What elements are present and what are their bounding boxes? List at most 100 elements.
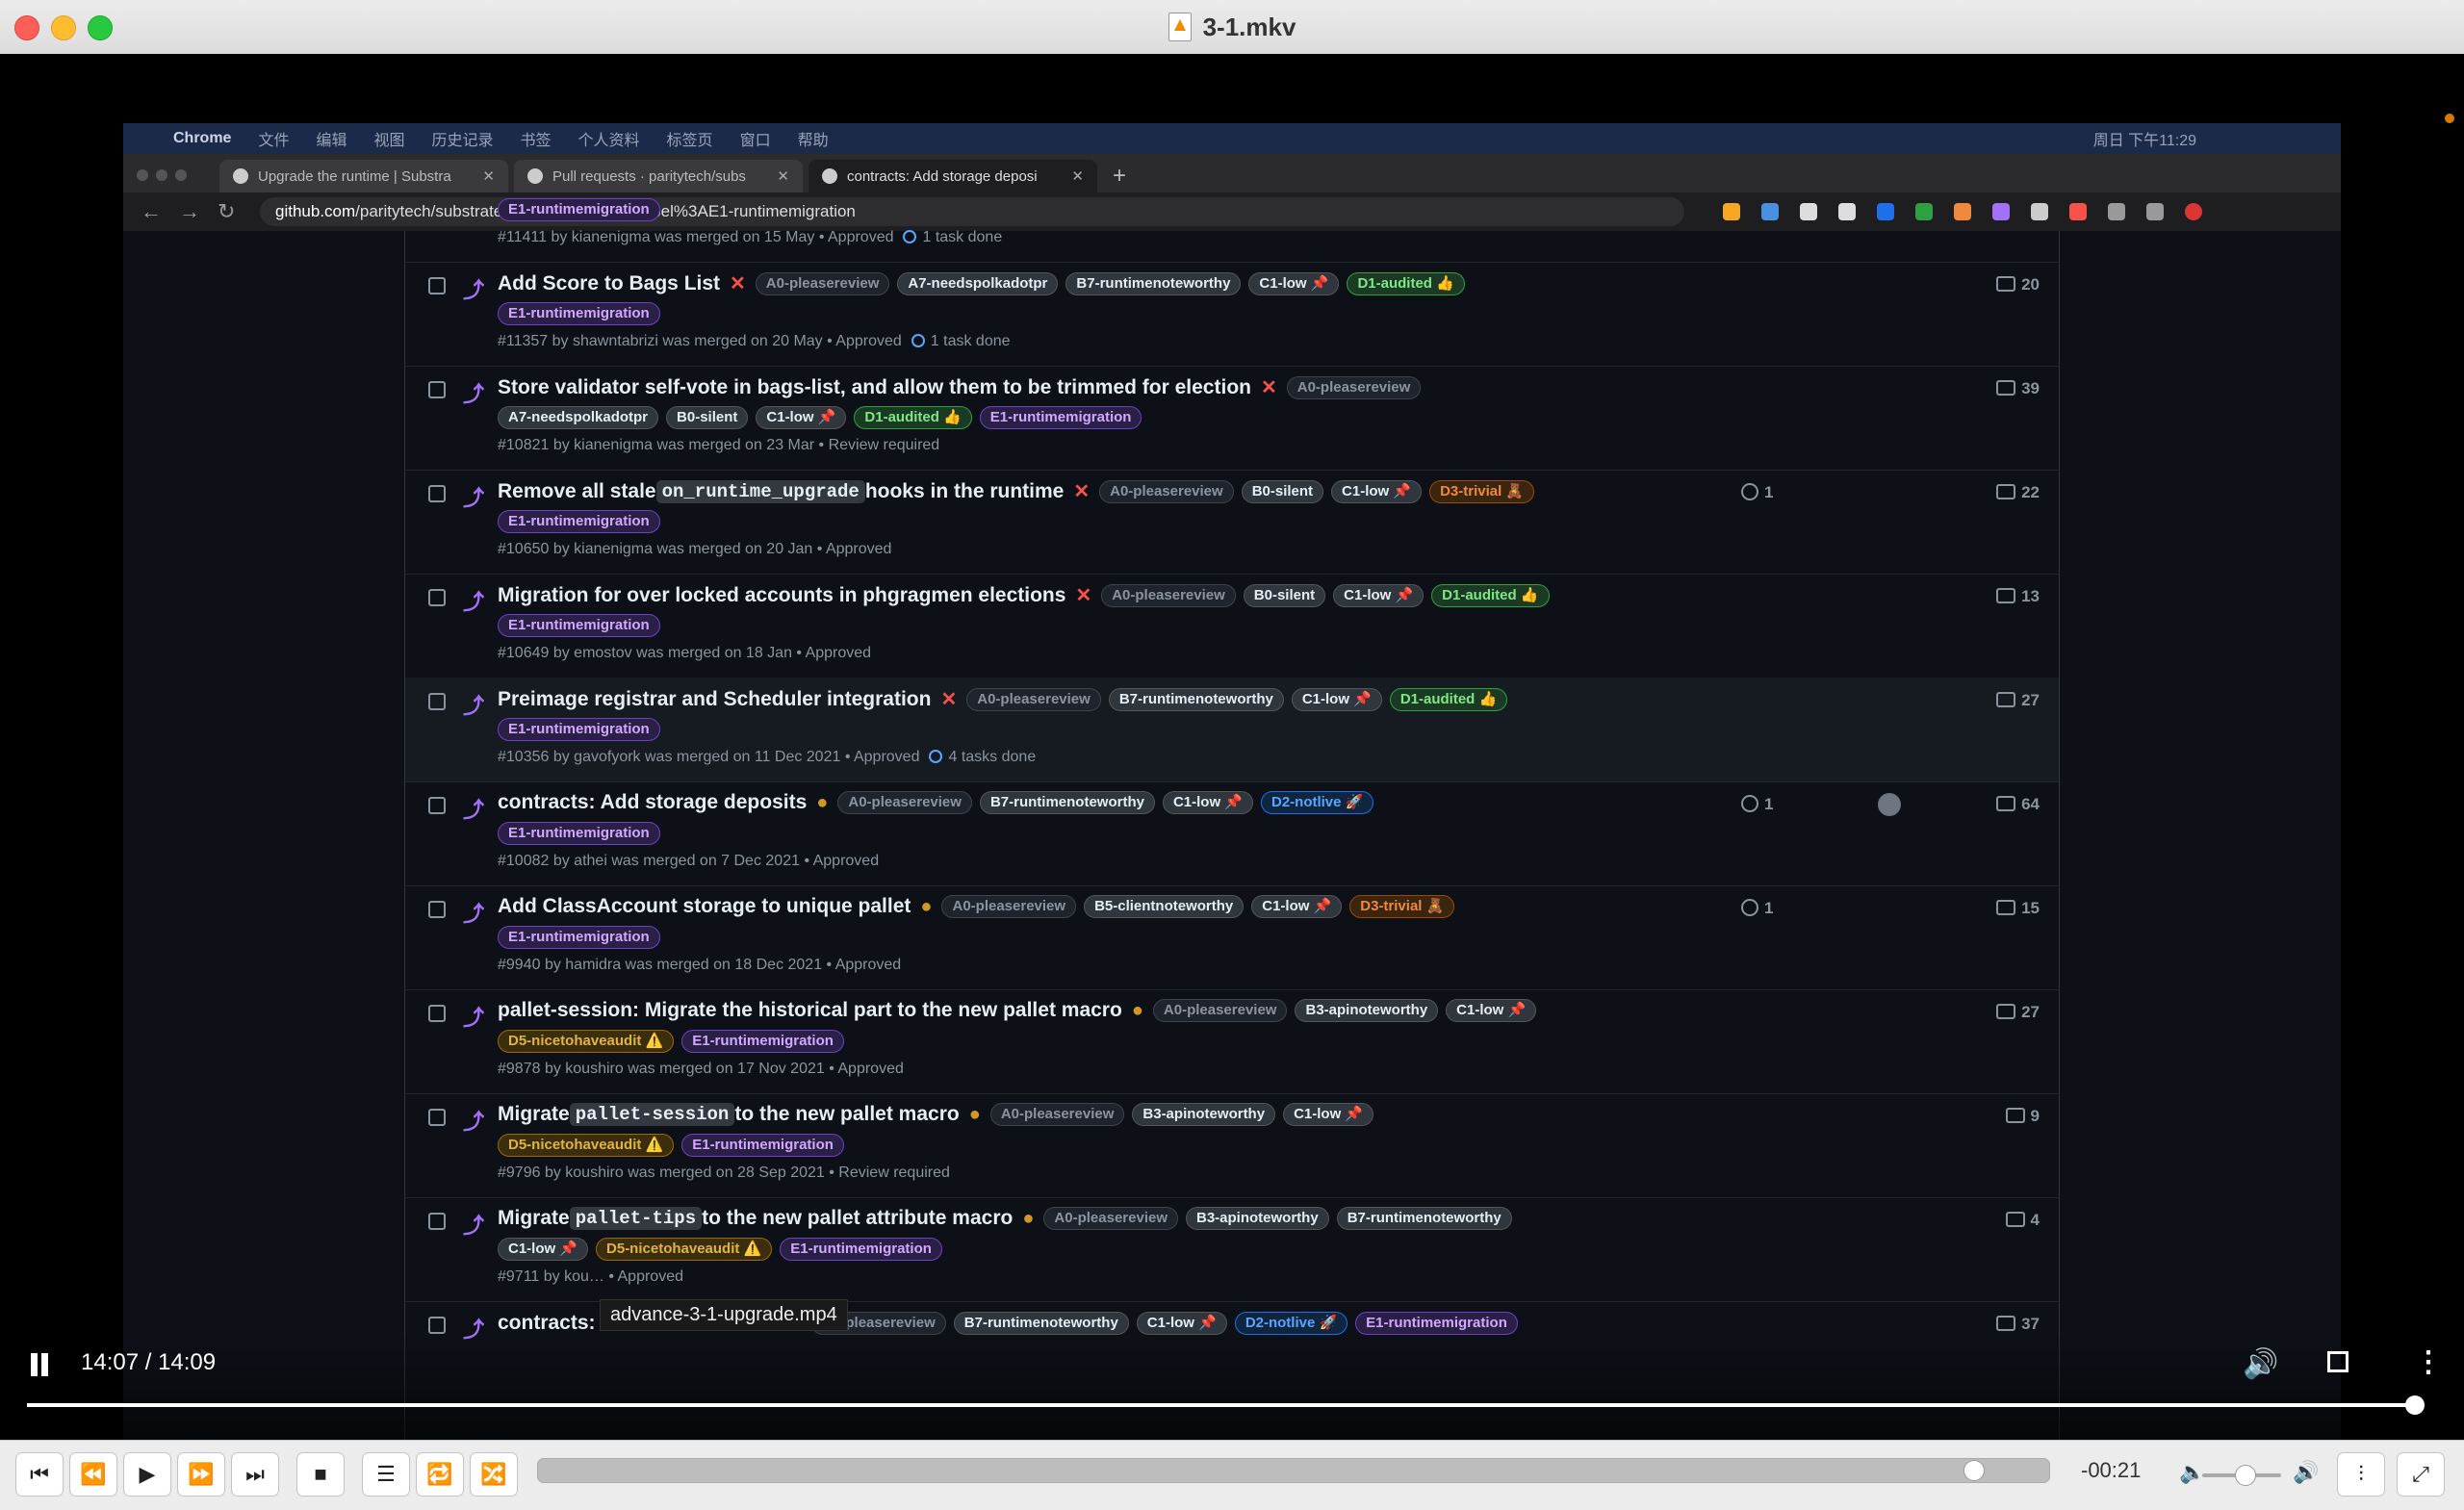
label-chip[interactable]: A0-pleasereview: [941, 895, 1077, 918]
label-chip[interactable]: C1-low 📌: [1446, 999, 1537, 1022]
label-chip[interactable]: D5-nicetohaveaudit ⚠️: [596, 1238, 773, 1261]
label-chip[interactable]: B7-runtimenoteworthy: [1108, 687, 1284, 711]
label-chip[interactable]: E1-runtimemigration: [498, 926, 660, 949]
label-chip[interactable]: E1-runtimemigration: [498, 510, 660, 533]
label-chip[interactable]: A0-pleasereview: [1099, 479, 1234, 503]
pr-title-part[interactable]: pallet-session: [569, 1103, 735, 1126]
label-chip[interactable]: A0-pleasereview: [1043, 1207, 1178, 1230]
volume-high-icon[interactable]: 🔊: [2293, 1460, 2319, 1485]
pr-title-part[interactable]: on_runtime_upgrade: [655, 479, 865, 503]
label-chip[interactable]: A0-pleasereview: [1286, 375, 1422, 399]
assignee-avatar[interactable]: [1878, 793, 1901, 816]
pr-comments[interactable]: 15: [1996, 899, 2040, 918]
pr-title-part[interactable]: Add ClassAccount storage to unique palle…: [498, 895, 911, 918]
loop-button[interactable]: 🔁: [416, 1452, 464, 1497]
pr-comments[interactable]: 9: [2005, 1107, 2040, 1126]
pr-title-part[interactable]: Migrate: [498, 1207, 570, 1230]
pr-checkbox[interactable]: [428, 589, 446, 606]
pr-comments[interactable]: 64: [1996, 795, 2040, 814]
seek-bar[interactable]: [537, 1458, 2050, 1483]
seek-knob[interactable]: [1963, 1460, 1985, 1481]
playlist-button[interactable]: ☰: [362, 1452, 410, 1497]
label-chip[interactable]: B5-clientnoteworthy: [1084, 895, 1245, 918]
label-chip[interactable]: D1-audited 👍: [1431, 583, 1550, 607]
label-chip[interactable]: B0-silent: [1243, 583, 1326, 607]
pr-title-part[interactable]: Store validator self-vote in bags-list, …: [498, 376, 1251, 399]
pr-title-part[interactable]: Remove all stale: [498, 480, 656, 503]
pr-row[interactable]: ⤴ Migrate pallet-tips to the new pallet a…: [405, 1197, 2059, 1302]
fast-forward-button[interactable]: ⏩: [177, 1452, 225, 1497]
pr-row[interactable]: ⤴ pallet-session: Migrate the historical …: [405, 989, 2059, 1094]
label-chip[interactable]: D2-notlive 🚀: [1260, 791, 1374, 814]
label-chip[interactable]: A7-needspolkadotpr: [897, 271, 1059, 295]
label-chip[interactable]: D3-trivial 🧸: [1349, 895, 1455, 918]
label-chip[interactable]: A0-pleasereview: [837, 791, 972, 814]
volume-icon[interactable]: 🔊: [2243, 1347, 2278, 1381]
pr-title-part[interactable]: pallet-session: Migrate the historical p…: [498, 999, 1122, 1022]
pr-row[interactable]: ⤴ Remove all stale on_runtime_upgrade hoo…: [405, 470, 2059, 575]
pr-title-part[interactable]: hooks in the runtime: [865, 480, 1065, 503]
pr-comments[interactable]: 4: [2005, 1211, 2040, 1230]
pr-row[interactable]: ⤴ Migration for over locked accounts in p…: [405, 574, 2059, 678]
pr-row[interactable]: ⤴ contracts: Add storage deposits ● A0-plea…: [405, 781, 2059, 886]
pr-title-part[interactable]: Add Score to Bags List: [498, 272, 720, 295]
label-chip[interactable]: B3-apinoteworthy: [1132, 1103, 1276, 1126]
label-chip[interactable]: A0-pleasereview: [1152, 999, 1288, 1022]
more-options-icon[interactable]: ⋮: [2414, 1345, 2443, 1379]
label-chip[interactable]: C1-low 📌: [1162, 791, 1253, 814]
pr-row[interactable]: ⤴ Add ClassAccount storage to unique pall…: [405, 885, 2059, 990]
pr-row[interactable]: ⤴ Preimage registrar and Scheduler integr…: [405, 678, 2059, 782]
label-chip[interactable]: A0-pleasereview: [989, 1103, 1125, 1126]
pr-checkbox[interactable]: [428, 1109, 446, 1126]
pr-title-part[interactable]: Preimage registrar and Scheduler integra…: [498, 688, 931, 711]
pr-checkbox[interactable]: [428, 485, 446, 502]
label-chip[interactable]: E1-runtimemigration: [979, 406, 1142, 429]
pr-comments[interactable]: 13: [1996, 587, 2040, 606]
pr-title-part[interactable]: Migrate: [498, 1103, 570, 1126]
label-chip[interactable]: B7-runtimenoteworthy: [979, 791, 1155, 814]
volume-low-icon[interactable]: 🔈: [2179, 1460, 2205, 1485]
pr-checkbox[interactable]: [428, 277, 446, 294]
label-chip[interactable]: E1-runtimemigration: [498, 822, 660, 845]
label-chip[interactable]: E1-runtimemigration: [498, 302, 660, 325]
linked-issues[interactable]: 1: [1741, 899, 1773, 918]
pr-row[interactable]: ⤴ Migrate pallet-session to the new palle…: [405, 1093, 2059, 1198]
label-chip[interactable]: C1-low 📌: [498, 1238, 589, 1261]
pr-row[interactable]: ⤴ Store validator self-vote in bags-list,…: [405, 366, 2059, 471]
label-chip[interactable]: B7-runtimenoteworthy: [1336, 1207, 1512, 1230]
label-chip[interactable]: B7-runtimenoteworthy: [1065, 271, 1242, 295]
linked-issues[interactable]: 1: [1741, 795, 1773, 814]
exit-fullscreen-icon[interactable]: [2327, 1351, 2348, 1372]
label-chip[interactable]: D5-nicetohaveaudit ⚠️: [498, 1030, 675, 1053]
shuffle-button[interactable]: 🔀: [470, 1452, 518, 1497]
label-chip[interactable]: A0-pleasereview: [966, 687, 1101, 711]
label-chip[interactable]: B0-silent: [1241, 479, 1324, 503]
pr-title-part[interactable]: contracts: Add storage deposits: [498, 791, 807, 814]
pr-title-part[interactable]: to the new pallet macro: [734, 1103, 959, 1126]
label-chip[interactable]: C1-low 📌: [756, 406, 847, 429]
play-button[interactable]: ▶: [123, 1452, 171, 1497]
label-chip[interactable]: E1-runtimemigration: [498, 718, 660, 741]
volume-knob[interactable]: [2235, 1465, 2257, 1486]
label-chip[interactable]: D1-audited 👍: [1347, 271, 1465, 295]
pr-title-part[interactable]: pallet-tips: [569, 1207, 703, 1230]
label-chip[interactable]: D1-audited 👍: [1389, 687, 1508, 711]
stop-button[interactable]: ■: [296, 1452, 345, 1497]
pr-title-part[interactable]: to the new pallet attribute macro: [702, 1207, 1013, 1230]
linked-issues[interactable]: 1: [1741, 483, 1773, 502]
pr-checkbox[interactable]: [428, 381, 446, 398]
pause-icon[interactable]: [29, 1353, 50, 1376]
label-chip[interactable]: A0-pleasereview: [755, 271, 890, 295]
pr-checkbox[interactable]: [428, 693, 446, 710]
pr-comments[interactable]: 39: [1996, 379, 2040, 398]
pr-comments[interactable]: 27: [1996, 691, 2040, 710]
rewind-button[interactable]: ⏪: [69, 1452, 117, 1497]
label-chip[interactable]: E1-runtimemigration: [681, 1030, 844, 1053]
overlay-progress-knob[interactable]: [2405, 1395, 2426, 1415]
skip-forward-button[interactable]: ⏭: [231, 1452, 279, 1497]
pr-checkbox[interactable]: [428, 797, 446, 814]
equalizer-button[interactable]: ⫶: [2337, 1452, 2385, 1497]
video-area[interactable]: Chrome 文件 编辑 视图 历史记录 书签 个人资料 标签页 窗口 帮助 周…: [0, 54, 2464, 1440]
pr-comments[interactable]: 27: [1996, 1003, 2040, 1022]
label-chip[interactable]: D3-trivial 🧸: [1429, 479, 1535, 503]
